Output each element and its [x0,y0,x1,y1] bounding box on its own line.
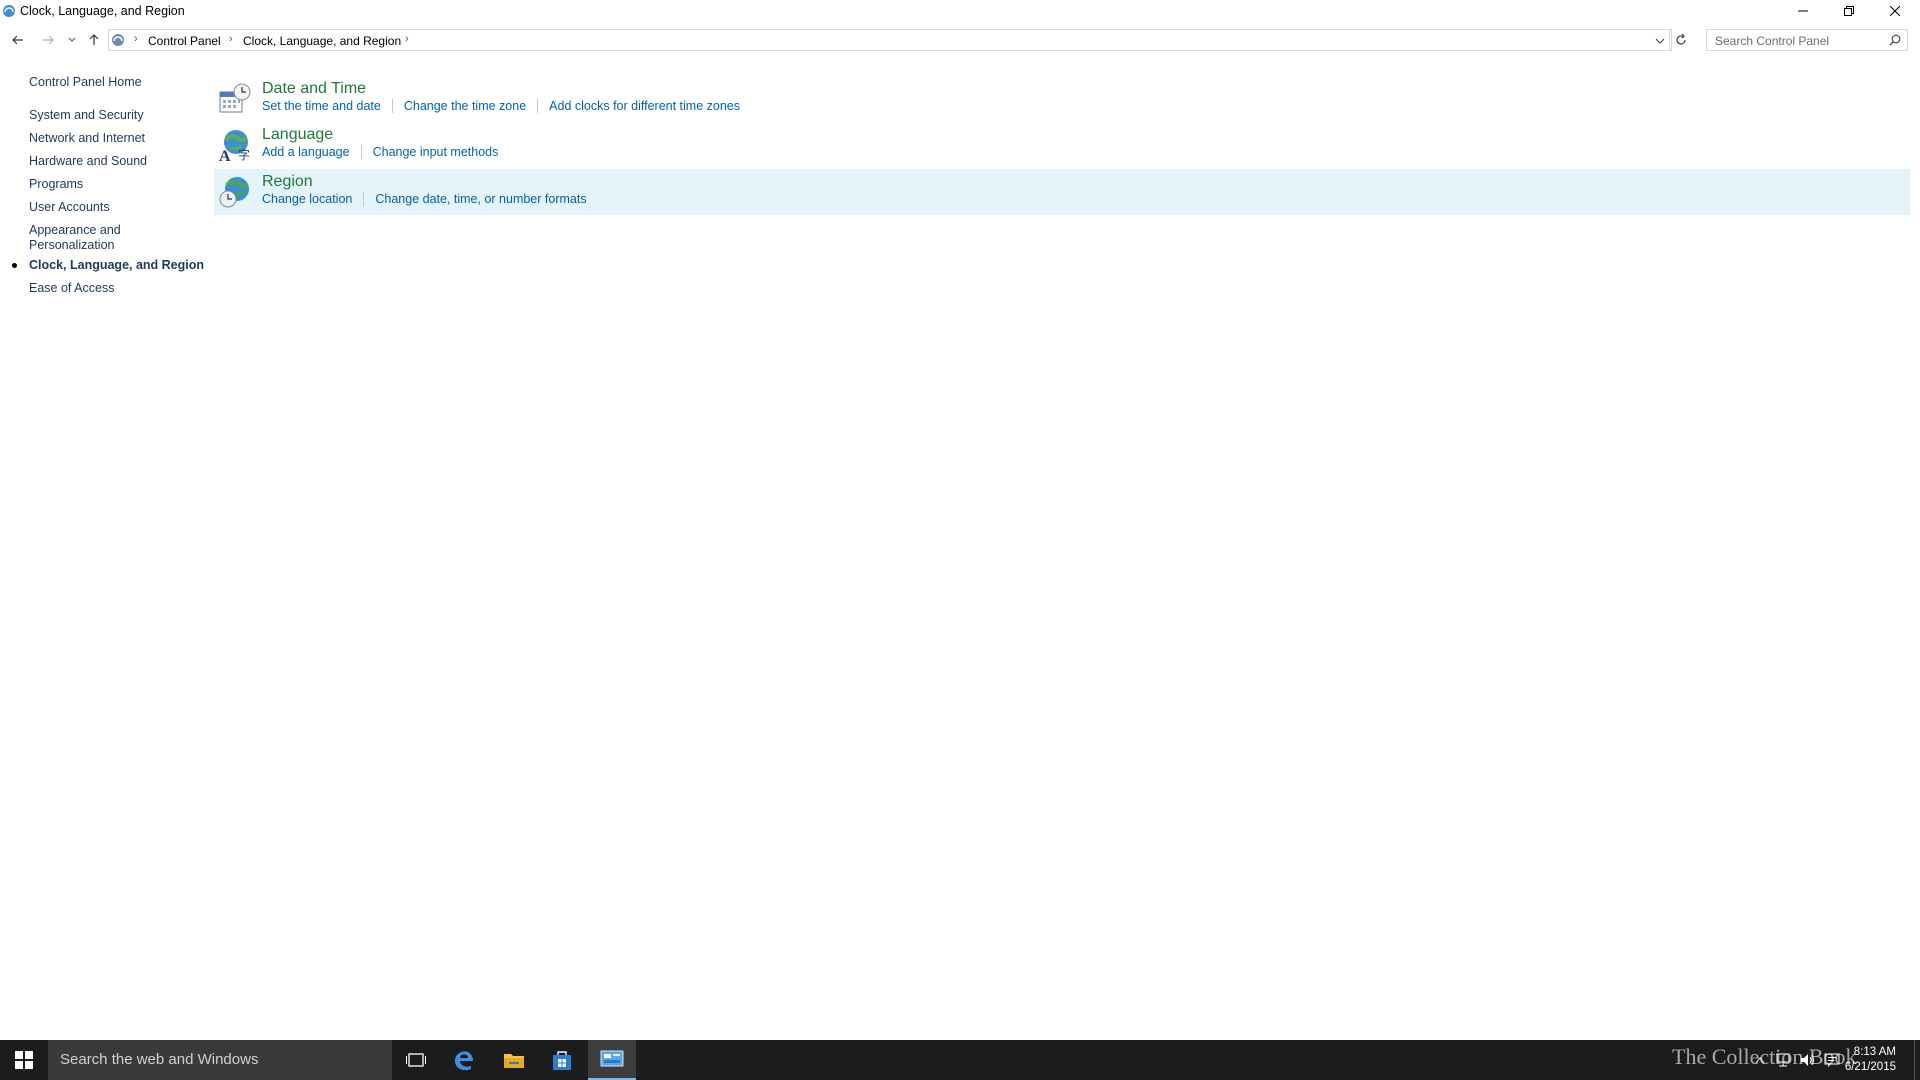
start-button[interactable] [0,1040,48,1080]
category-date-and-time: Date and Time Set the time and date Chan… [214,76,1910,122]
link-change-input-methods[interactable]: Change input methods [373,145,499,159]
restore-button[interactable] [1826,0,1872,22]
system-clock[interactable]: 8:13 AM 6/21/2015 [1845,1045,1896,1075]
sidebar-item-system-and-security[interactable]: System and Security [29,108,144,122]
region-globe-icon[interactable] [218,175,252,209]
sidebar-item-ease-of-access[interactable]: Ease of Access [29,281,114,295]
refresh-icon [1676,33,1686,45]
task-view-icon [406,1053,426,1067]
sidebar-item-network-and-internet[interactable]: Network and Internet [29,131,145,145]
category-title[interactable]: Language [262,126,333,144]
date-time-icon[interactable] [218,82,252,116]
close-button[interactable] [1872,0,1918,22]
breadcrumb-separator-icon[interactable]: › [405,33,409,45]
taskbar-search-placeholder: Search the web and Windows [60,1051,259,1068]
category-links: Add a language Change input methods [262,145,498,159]
clock-date: 6/21/2015 [1844,1061,1896,1073]
sidebar-control-panel-home[interactable]: Control Panel Home [29,75,142,89]
search-placeholder: Search Control Panel [1715,34,1830,48]
forward-button[interactable] [38,30,58,50]
edge-icon [455,1051,473,1071]
svg-text:字: 字 [238,147,250,162]
up-arrow-icon [89,34,99,45]
store-button[interactable] [538,1040,586,1080]
link-divider [363,192,365,206]
category-region: Region Change location Change date, time… [214,169,1910,215]
recent-locations-button[interactable] [62,30,82,50]
back-button[interactable] [8,30,28,50]
link-divider [391,99,393,113]
link-add-language[interactable]: Add a language [262,145,350,159]
chevron-down-icon [68,37,76,42]
category-links: Change location Change date, time, or nu… [262,192,587,206]
control-panel-taskbar-button[interactable] [588,1040,636,1080]
control-panel-icon [600,1050,624,1067]
speaker-icon [1801,1054,1814,1066]
sidebar-item-programs[interactable]: Programs [29,177,83,191]
link-add-clocks[interactable]: Add clocks for different time zones [549,99,740,113]
control-panel-icon [112,34,124,46]
up-button[interactable] [84,30,104,50]
close-icon [1890,6,1900,16]
refresh-button[interactable] [1674,33,1688,52]
search-input[interactable]: Search Control Panel [1706,29,1908,51]
current-page-bullet [12,263,17,268]
taskbar: Search the web and Windows The Collectio… [0,1040,1920,1080]
clock-time: 8:13 AM [1853,1046,1896,1058]
edge-button[interactable] [440,1040,488,1080]
breadcrumb-control-panel[interactable]: Control Panel [148,34,221,48]
link-change-time-zone[interactable]: Change the time zone [404,99,526,113]
restore-icon [1844,6,1854,16]
back-arrow-icon [12,35,23,45]
chevron-down-icon [1655,38,1665,44]
category-language: A 字 Language Add a language Change input… [214,122,1910,168]
task-view-button[interactable] [392,1040,440,1080]
divider [1669,30,1670,50]
category-links: Set the time and date Change the time zo… [262,99,740,113]
show-hidden-icons-button[interactable] [1752,1052,1768,1068]
link-change-location[interactable]: Change location [262,192,352,206]
address-dropdown-button[interactable] [1655,34,1665,52]
windows-logo-icon [15,1051,33,1069]
file-explorer-icon [504,1054,524,1068]
link-change-date-time-number-formats[interactable]: Change date, time, or number formats [375,192,586,206]
svg-text:A: A [219,148,231,162]
link-divider [537,99,539,113]
taskbar-search-box[interactable]: Search the web and Windows [48,1040,392,1080]
minimize-icon [1798,10,1808,12]
chevron-up-icon [1755,1057,1765,1064]
minimize-button[interactable] [1780,0,1826,22]
store-icon [553,1051,571,1070]
breadcrumb-separator-icon[interactable]: › [229,33,233,45]
file-explorer-button[interactable] [490,1040,538,1080]
volume-tray-button[interactable] [1800,1052,1816,1068]
address-bar[interactable]: › Control Panel › Clock, Language, and R… [108,29,1686,52]
title-bar: Clock, Language, and Region [0,0,1920,24]
control-panel-icon [3,5,15,17]
language-icon[interactable]: A 字 [218,128,252,162]
notification-icon [1824,1053,1840,1067]
forward-arrow-icon [43,35,54,45]
action-center-button[interactable] [1824,1052,1840,1068]
show-desktop-button[interactable] [1914,1040,1920,1080]
window-title: Clock, Language, and Region [20,4,185,18]
navigation-bar: › Control Panel › Clock, Language, and R… [0,28,1920,52]
search-icon[interactable] [1889,34,1901,46]
sidebar-item-clock-language-region: Clock, Language, and Region [29,258,205,272]
network-tray-button[interactable] [1776,1052,1792,1068]
sidebar-item-hardware-and-sound[interactable]: Hardware and Sound [29,154,147,168]
category-title[interactable]: Date and Time [262,80,366,98]
sidebar-item-user-accounts[interactable]: User Accounts [29,200,110,214]
breadcrumb-separator-icon: › [134,33,138,45]
link-set-time-and-date[interactable]: Set the time and date [262,99,381,113]
network-icon [1776,1053,1790,1067]
sidebar-item-appearance-and-personalization-line2[interactable]: Personalization [29,238,114,252]
category-title[interactable]: Region [262,173,313,191]
link-divider [360,145,362,159]
sidebar-item-appearance-and-personalization[interactable]: Appearance and [29,223,121,237]
breadcrumb-clock-language-region[interactable]: Clock, Language, and Region [243,34,401,48]
